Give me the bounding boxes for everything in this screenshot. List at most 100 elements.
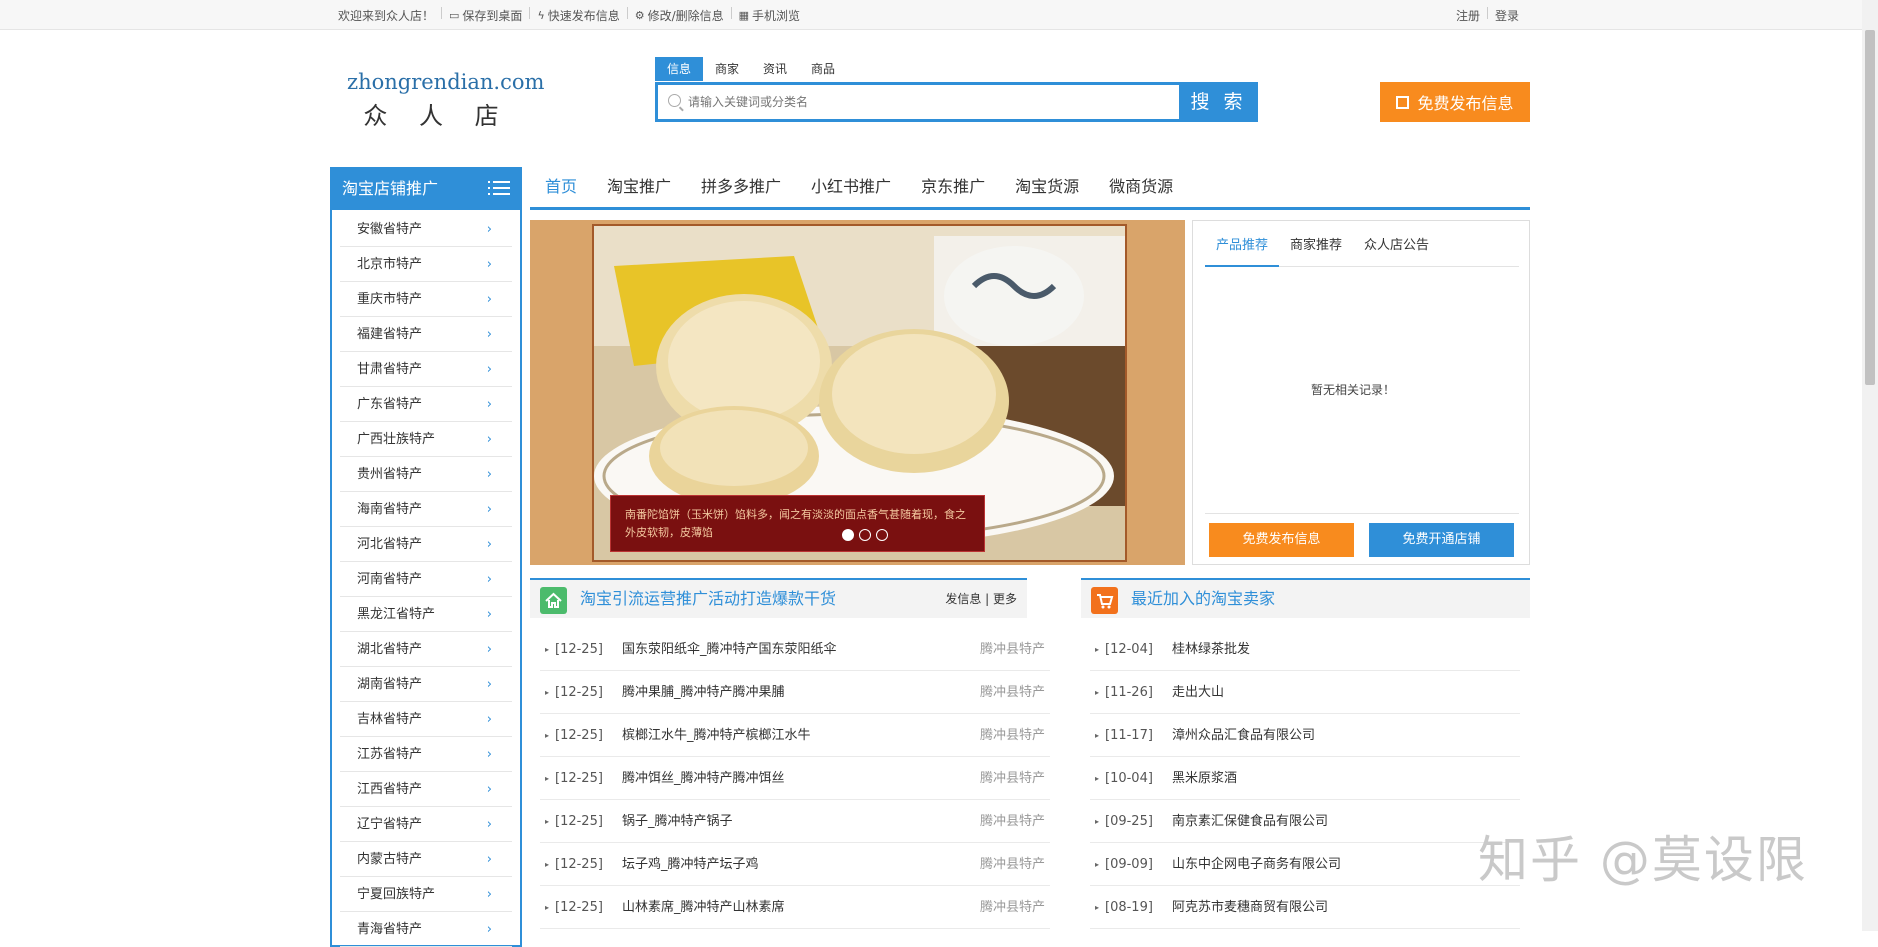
search-tab-merchant[interactable]: 商家: [703, 57, 751, 81]
sidebar-item[interactable]: 黑龙江省特产 ›: [340, 597, 512, 632]
list-item[interactable]: ▸ [12-25] 山林素席_腾冲特产山林素席 腾冲县特产: [540, 886, 1050, 929]
sidebar-item[interactable]: 福建省特产 ›: [340, 317, 512, 352]
recommend-tabs: 产品推荐 商家推荐 众人店公告: [1205, 235, 1519, 267]
list-item[interactable]: ▸ [11-26] 走出大山: [1090, 671, 1520, 714]
search-button[interactable]: 搜 索: [1179, 82, 1258, 122]
promo-list: ▸ [12-25] 国东荥阳纸伞_腾冲特产国东荥阳纸伞 腾冲县特产 ▸ [12-25] 腾…: [540, 628, 1050, 929]
list-item[interactable]: ▸ [09-25] 南京素汇保健食品有限公司: [1090, 800, 1520, 843]
chevron-right-icon: ›: [486, 432, 492, 447]
section-title[interactable]: 淘宝引流运营推广活动打造爆款干货: [580, 580, 836, 618]
chevron-right-icon: ›: [486, 922, 492, 937]
search-icon: [668, 94, 681, 107]
section-more-links[interactable]: 发信息 | 更多: [945, 580, 1017, 618]
mobile-browse-link[interactable]: ▦ 手机浏览: [739, 7, 800, 24]
sidebar-item[interactable]: 青海省特产 ›: [340, 912, 512, 947]
sidebar-item[interactable]: 安徽省特产 ›: [340, 212, 512, 247]
chevron-right-icon: ›: [486, 852, 492, 867]
chevron-right-icon: ›: [486, 887, 492, 902]
save-desktop-link[interactable]: ▭ 保存到桌面: [449, 7, 522, 24]
carousel-dot[interactable]: [842, 529, 854, 541]
tab-product-recommend[interactable]: 产品推荐: [1205, 235, 1280, 267]
sidebar-item[interactable]: 辽宁省特产 ›: [340, 807, 512, 842]
free-publish-button[interactable]: 免费发布信息: [1209, 523, 1354, 557]
list-item[interactable]: ▸ [12-25] 锅子_腾冲特产锅子 腾冲县特产: [540, 800, 1050, 843]
search-tabs: 信息 商家 资讯 商品: [655, 57, 847, 81]
nav-taobao[interactable]: 淘宝推广: [592, 170, 686, 207]
list-menu-icon[interactable]: [488, 181, 510, 196]
bullet-icon: ▸: [545, 817, 550, 826]
login-link[interactable]: 登录: [1495, 7, 1519, 24]
banner-carousel[interactable]: 南番陀馅饼（玉米饼）馅料多，闻之有淡淡的面点香气甚随着现，食之外皮软韧，皮薄馅: [530, 220, 1185, 565]
sidebar-item[interactable]: 贵州省特产 ›: [340, 457, 512, 492]
logo-name: 众 人 店: [363, 102, 511, 130]
sidebar-title: 淘宝店铺推广: [342, 179, 439, 198]
list-item[interactable]: ▸ [12-25] 腾冲饵丝_腾冲特产腾冲饵丝 腾冲县特产: [540, 757, 1050, 800]
search-input[interactable]: [688, 91, 1228, 113]
search-tab-news[interactable]: 资讯: [751, 57, 799, 81]
nav-xiaohongshu[interactable]: 小红书推广: [796, 170, 906, 207]
section-header-promo: 淘宝引流运营推广活动打造爆款干货 发信息 | 更多: [530, 578, 1027, 618]
search-tab-info[interactable]: 信息: [655, 57, 704, 81]
list-item[interactable]: ▸ [12-25] 腾冲果脯_腾冲特产腾冲果脯 腾冲县特产: [540, 671, 1050, 714]
nav-wechat-supply[interactable]: 微商货源: [1094, 170, 1188, 207]
edit-icon: [1396, 95, 1410, 109]
list-item[interactable]: ▸ [12-25] 坛子鸡_腾冲特产坛子鸡 腾冲县特产: [540, 843, 1050, 886]
section-title[interactable]: 最近加入的淘宝卖家: [1131, 580, 1275, 618]
chevron-right-icon: ›: [486, 747, 492, 762]
publish-button[interactable]: 免费发布信息: [1380, 82, 1530, 122]
sidebar-item[interactable]: 江西省特产 ›: [340, 772, 512, 807]
chevron-right-icon: ›: [486, 817, 492, 832]
chevron-right-icon: ›: [486, 607, 492, 622]
sidebar-item[interactable]: 内蒙古特产 ›: [340, 842, 512, 877]
chevron-right-icon: ›: [486, 467, 492, 482]
list-item[interactable]: ▸ [12-25] 槟榔江水牛_腾冲特产槟榔江水牛 腾冲县特产: [540, 714, 1050, 757]
search-box: [655, 82, 1258, 122]
sidebar-item[interactable]: 海南省特产 ›: [340, 492, 512, 527]
list-item[interactable]: ▸ [09-09] 山东中企网电子商务有限公司: [1090, 843, 1520, 886]
sidebar-item[interactable]: 河南省特产 ›: [340, 562, 512, 597]
list-item[interactable]: ▸ [10-04] 黑米原浆酒: [1090, 757, 1520, 800]
quick-publish-link[interactable]: ϟ 快速发布信息: [537, 7, 619, 24]
bullet-icon: ▸: [545, 688, 550, 697]
list-item[interactable]: ▸ [08-19] 阿克苏市麦穗商贸有限公司: [1090, 886, 1520, 929]
banner-caption: 南番陀馅饼（玉米饼）馅料多，闻之有淡淡的面点香气甚随着现，食之外皮软韧，皮薄馅: [610, 495, 985, 552]
list-item[interactable]: ▸ [12-25] 国东荥阳纸伞_腾冲特产国东荥阳纸伞 腾冲县特产: [540, 628, 1050, 671]
nav-taobao-supply[interactable]: 淘宝货源: [1000, 170, 1094, 207]
nav-pinduoduo[interactable]: 拼多多推广: [686, 170, 796, 207]
chevron-right-icon: ›: [486, 782, 492, 797]
qrcode-icon: ▦: [738, 9, 750, 22]
tab-announcement[interactable]: 众人店公告: [1353, 235, 1440, 266]
carousel-dot[interactable]: [876, 529, 888, 541]
sidebar-item[interactable]: 甘肃省特产 ›: [340, 352, 512, 387]
register-link[interactable]: 注册: [1456, 7, 1480, 24]
sidebar-item[interactable]: 重庆市特产 ›: [340, 282, 512, 317]
sidebar-item[interactable]: 江苏省特产 ›: [340, 737, 512, 772]
sidebar-item[interactable]: 北京市特产 ›: [340, 247, 512, 282]
search-tab-product[interactable]: 商品: [799, 57, 847, 81]
sidebar-item[interactable]: 吉林省特产 ›: [340, 702, 512, 737]
scrollbar-thumb[interactable]: [1865, 30, 1875, 385]
list-item[interactable]: ▸ [11-17] 漳州众品汇食品有限公司: [1090, 714, 1520, 757]
nav-home[interactable]: 首页: [530, 170, 592, 207]
sidebar-item[interactable]: 宁夏回族特产 ›: [340, 877, 512, 912]
cart-icon: [1091, 587, 1118, 614]
carousel-dot[interactable]: [859, 529, 871, 541]
sidebar-item[interactable]: 湖南省特产 ›: [340, 667, 512, 702]
open-shop-button[interactable]: 免费开通店铺: [1369, 523, 1514, 557]
chevron-right-icon: ›: [486, 362, 492, 377]
edit-delete-link[interactable]: ⚙ 修改/删除信息: [635, 7, 724, 24]
chevron-right-icon: ›: [486, 327, 492, 342]
sidebar-item[interactable]: 广西壮族特产 ›: [340, 422, 512, 457]
bullet-icon: ▸: [1095, 731, 1100, 740]
sidebar-header: 淘宝店铺推广: [330, 167, 522, 210]
list-item[interactable]: ▸ [12-04] 桂林绿茶批发: [1090, 628, 1520, 671]
bullet-icon: ▸: [1095, 688, 1100, 697]
sidebar-item[interactable]: 广东省特产 ›: [340, 387, 512, 422]
site-logo[interactable]: zhongrendian.com 众 人 店: [347, 70, 544, 131]
sidebar-item[interactable]: 河北省特产 ›: [340, 527, 512, 562]
nav-jd[interactable]: 京东推广: [906, 170, 1000, 207]
top-bar-left: 欢迎来到众人店！ ▭ 保存到桌面 ϟ 快速发布信息 ⚙ 修改/删除信息 ▦ 手机浏览: [338, 7, 800, 24]
vertical-scrollbar[interactable]: [1862, 0, 1878, 931]
sidebar-item[interactable]: 湖北省特产 ›: [340, 632, 512, 667]
tab-merchant-recommend[interactable]: 商家推荐: [1279, 235, 1353, 266]
